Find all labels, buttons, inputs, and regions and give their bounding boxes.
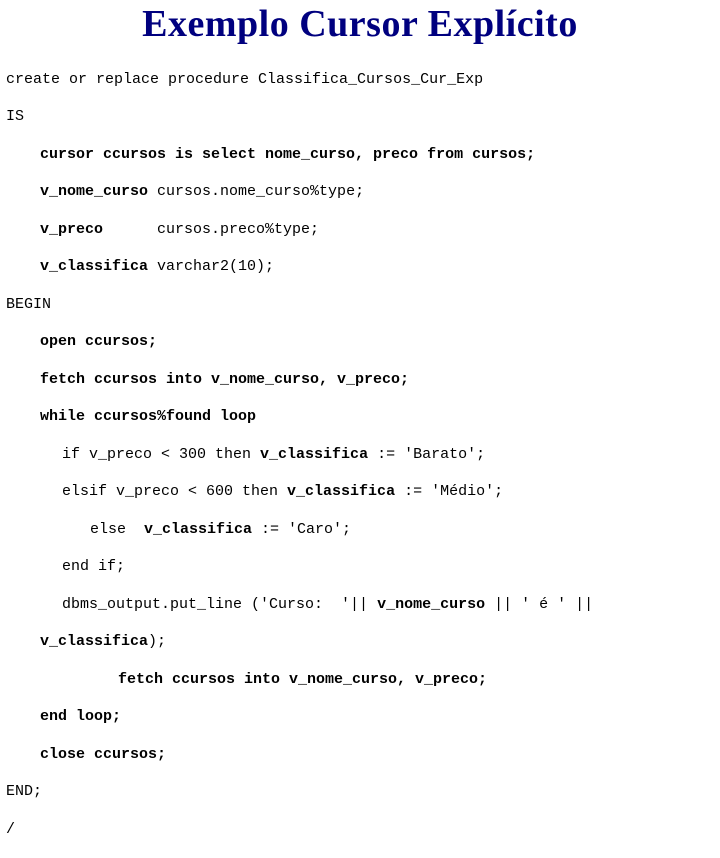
code-token: v_preco [40,221,103,238]
code-token: v_nome_curso [377,596,485,613]
code-line: open ccursos; [6,333,720,352]
code-line: end if; [6,558,720,577]
code-line: v_classifica); [6,633,720,652]
code-token: v_nome_curso [40,183,148,200]
code-token: := 'Caro'; [252,521,351,538]
code-token: else [90,521,144,538]
code-line: IS [6,108,720,127]
code-line: BEGIN [6,296,720,315]
code-line: end loop; [6,708,720,727]
code-token: varchar2(10); [148,258,274,275]
code-token: dbms_output.put_line ('Curso: '|| [62,596,377,613]
code-token: cursos.nome_curso%type; [148,183,364,200]
code-token: ); [148,633,166,650]
code-token: v_classifica [40,258,148,275]
code-line: create or replace procedure Classifica_C… [6,71,720,90]
code-line: fetch ccursos into v_nome_curso, v_preco… [6,671,720,690]
code-line: fetch ccursos into v_nome_curso, v_preco… [6,371,720,390]
code-token: := 'Médio'; [395,483,503,500]
code-token: || ' é ' || [485,596,602,613]
code-line: cursor ccursos is select nome_curso, pre… [6,146,720,165]
code-line: v_preco cursos.preco%type; [6,221,720,240]
code-line: elsif v_preco < 600 then v_classifica :=… [6,483,720,502]
code-token: v_classifica [260,446,368,463]
code-token: v_classifica [144,521,252,538]
code-line: / [6,821,720,840]
code-token: cursos.preco%type; [103,221,319,238]
code-token: if v_preco < 300 then [62,446,260,463]
code-line: close ccursos; [6,746,720,765]
code-line: dbms_output.put_line ('Curso: '|| v_nome… [6,596,720,615]
code-line: while ccursos%found loop [6,408,720,427]
code-block: create or replace procedure Classifica_C… [0,52,720,858]
code-token: elsif v_preco < 600 then [62,483,287,500]
code-line: v_classifica varchar2(10); [6,258,720,277]
slide-title: Exemplo Cursor Explícito [0,2,720,46]
code-token: v_classifica [40,633,148,650]
code-line: v_nome_curso cursos.nome_curso%type; [6,183,720,202]
code-line: else v_classifica := 'Caro'; [6,521,720,540]
code-line: END; [6,783,720,802]
code-token: v_classifica [287,483,395,500]
code-token: := 'Barato'; [368,446,485,463]
code-line: if v_preco < 300 then v_classifica := 'B… [6,446,720,465]
